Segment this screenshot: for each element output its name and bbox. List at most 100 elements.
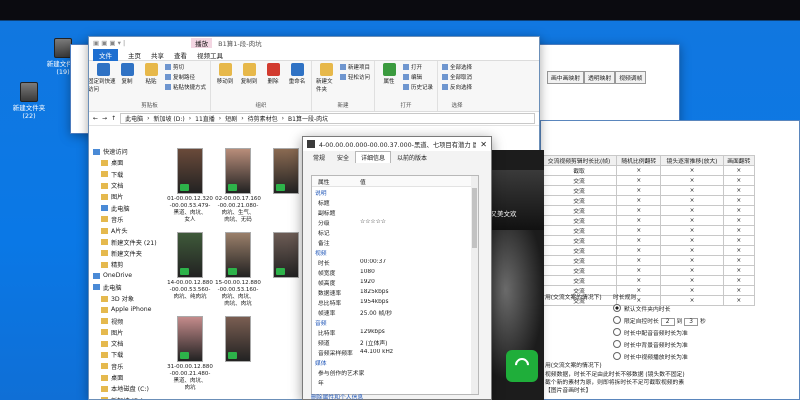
- table-cell[interactable]: ×: [660, 175, 724, 186]
- header-value[interactable]: 值: [360, 177, 478, 186]
- table-cell[interactable]: ×: [660, 255, 724, 266]
- select-all-button[interactable]: 全部选择: [442, 63, 472, 71]
- table-cell[interactable]: ×: [722, 265, 756, 276]
- table-row[interactable]: 截取 × × ×: [540, 165, 756, 176]
- details-row[interactable]: 备注: [312, 237, 478, 247]
- video-file[interactable]: [215, 316, 261, 364]
- properties-button[interactable]: 属性: [379, 63, 399, 91]
- table-cell[interactable]: 截取: [540, 165, 618, 176]
- table-cell[interactable]: ×: [722, 255, 756, 266]
- table-row[interactable]: 交流 × × ×: [540, 275, 756, 286]
- close-icon[interactable]: ✕: [480, 140, 487, 149]
- table-cell[interactable]: ×: [660, 275, 724, 286]
- table-cell[interactable]: 交流: [540, 185, 618, 196]
- table-cell[interactable]: ×: [660, 205, 724, 216]
- nav-item[interactable]: 下载: [93, 349, 165, 360]
- new-folder-button[interactable]: 新建文件夹: [316, 63, 336, 93]
- nav-item[interactable]: 新建文件夹: [93, 248, 165, 259]
- nav-item[interactable]: 精剪: [93, 259, 165, 270]
- table-row[interactable]: 交流 × × ×: [540, 225, 756, 236]
- nav-item[interactable]: 图片: [93, 191, 165, 202]
- table-cell[interactable]: ×: [660, 265, 724, 276]
- nav-item[interactable]: 新加坡 (D:): [93, 395, 165, 399]
- copy-path-button[interactable]: 复制路径: [165, 73, 206, 81]
- radio-voice-duration[interactable]: 时长中配音音频时长为准: [613, 328, 753, 340]
- breadcrumb-item[interactable]: 新加坡 (D:): [154, 114, 185, 123]
- open-button[interactable]: 打开: [403, 63, 433, 71]
- nav-item[interactable]: A片头: [93, 225, 165, 236]
- table-cell[interactable]: ×: [722, 185, 756, 196]
- video-file[interactable]: 15-00.00.12.880 -00.00.53.160- 肉坑、肉坑、 肉坑、肉坑: [215, 232, 261, 308]
- breadcrumb-item[interactable]: B1算一段-肉坑: [288, 114, 328, 123]
- new-item-button[interactable]: 新建项目: [340, 63, 370, 71]
- details-section[interactable]: 音频: [312, 317, 478, 327]
- table-cell[interactable]: ×: [616, 185, 662, 196]
- nav-item[interactable]: 本地磁盘 (C:): [93, 383, 165, 394]
- header-property[interactable]: 属性: [312, 177, 360, 186]
- table-cell[interactable]: ×: [660, 245, 724, 256]
- details-scrollbar[interactable]: [471, 176, 478, 394]
- cut-button[interactable]: 剪切: [165, 63, 206, 71]
- table-cell[interactable]: ×: [616, 245, 662, 256]
- pin-button[interactable]: 固定到快速访问: [89, 63, 116, 93]
- table-cell[interactable]: ×: [616, 225, 662, 236]
- up-arrow-icon[interactable]: ↑: [111, 115, 116, 122]
- details-section[interactable]: 媒体: [312, 357, 478, 367]
- tab-frame[interactable]: 视频调帧: [615, 71, 647, 84]
- select-none-button[interactable]: 全部取消: [442, 73, 472, 81]
- tab-view[interactable]: 查看: [174, 50, 187, 60]
- details-row[interactable]: 总比特率 1954kbps: [312, 297, 478, 307]
- details-section[interactable]: 说明: [312, 187, 478, 197]
- details-row[interactable]: 音频采样频率 44.100 kHz: [312, 347, 478, 357]
- details-row[interactable]: 参与创作的艺术家: [312, 367, 478, 377]
- table-cell[interactable]: 交流: [540, 195, 618, 206]
- table-cell[interactable]: ×: [616, 275, 662, 286]
- table-cell[interactable]: ×: [722, 195, 756, 206]
- details-row[interactable]: 帧宽度 1080: [312, 267, 478, 277]
- tab-home[interactable]: 主页: [128, 50, 141, 60]
- breadcrumb-item[interactable]: 11直播: [195, 114, 215, 123]
- nav-item[interactable]: 下载: [93, 169, 165, 180]
- table-cell[interactable]: 交流: [540, 245, 618, 256]
- table-cell[interactable]: ×: [660, 195, 724, 206]
- table-cell[interactable]: ×: [616, 205, 662, 216]
- properties-dialog[interactable]: 4-00.00.00.000-00.00.37.000-黑道、七项目有潜力 属性…: [302, 136, 492, 400]
- remove-properties-link[interactable]: 删除属性和个人信息: [311, 392, 363, 400]
- table-cell[interactable]: ×: [616, 165, 662, 176]
- table-cell[interactable]: ×: [722, 215, 756, 226]
- nav-item[interactable]: 文档: [93, 338, 165, 349]
- table-cell[interactable]: 交流: [540, 235, 618, 246]
- table-cell[interactable]: ×: [660, 235, 724, 246]
- nav-item[interactable]: 此电脑: [93, 202, 165, 213]
- tab-pip[interactable]: 画中画映射: [547, 71, 584, 84]
- table-cell[interactable]: ×: [722, 235, 756, 246]
- table-cell[interactable]: ×: [660, 185, 724, 196]
- table-cell[interactable]: ×: [722, 245, 756, 256]
- table-row[interactable]: 交流 × × ×: [540, 185, 756, 196]
- breadcrumb-item[interactable]: 待剪素材包: [248, 114, 278, 123]
- details-row[interactable]: 比特率 129kbps: [312, 327, 478, 337]
- range-to-input[interactable]: 3: [684, 318, 699, 326]
- invert-select-button[interactable]: 反向选择: [442, 83, 472, 91]
- table-row[interactable]: 交流 × × ×: [540, 205, 756, 216]
- table-cell[interactable]: ×: [616, 235, 662, 246]
- tab-previous-versions[interactable]: 以前的版本: [391, 151, 433, 163]
- tab-transparent[interactable]: 透明映射: [584, 71, 616, 84]
- nav-item[interactable]: 视频: [93, 315, 165, 326]
- nav-item[interactable]: 文档: [93, 180, 165, 191]
- nav-item[interactable]: 快速访问: [93, 146, 165, 157]
- details-section[interactable]: 视频: [312, 247, 478, 257]
- table-cell[interactable]: ×: [616, 195, 662, 206]
- tab-file[interactable]: 文件: [93, 48, 118, 61]
- details-row[interactable]: 数据速率 1825kbps: [312, 287, 478, 297]
- video-tools-tab[interactable]: 播放: [191, 38, 213, 48]
- tab-details[interactable]: 详细信息: [355, 151, 392, 163]
- table-row[interactable]: 交流 × × ×: [540, 245, 756, 256]
- nav-item[interactable]: 音乐: [93, 214, 165, 225]
- desktop-folder-22[interactable]: 新建文件夹 (22): [6, 82, 52, 120]
- table-row[interactable]: 交流 × × ×: [540, 255, 756, 266]
- nav-item[interactable]: 图片: [93, 327, 165, 338]
- tab-share[interactable]: 共享: [151, 50, 164, 60]
- history-button[interactable]: 历史记录: [403, 83, 433, 91]
- nav-item[interactable]: Apple iPhone: [93, 304, 165, 315]
